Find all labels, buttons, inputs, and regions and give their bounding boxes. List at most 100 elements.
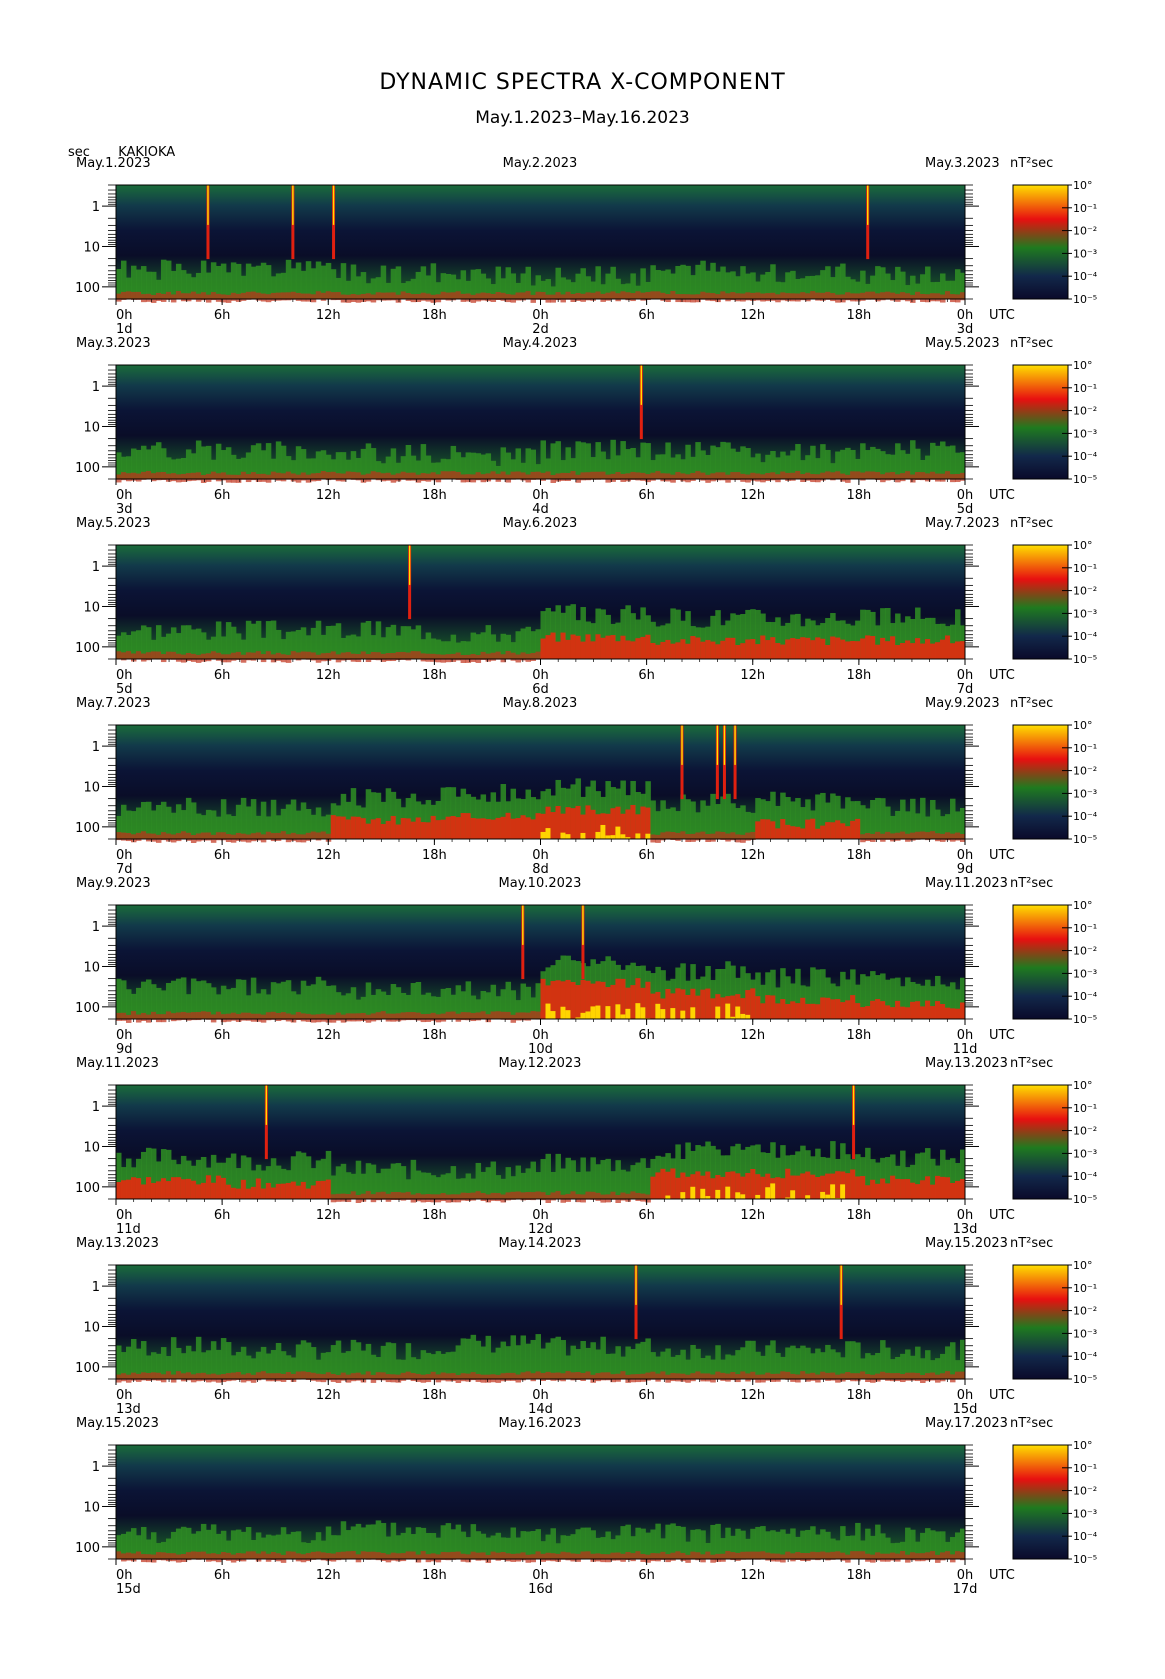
day-label: 17d (953, 1582, 978, 1595)
activity-low (815, 474, 821, 483)
activity-low (760, 293, 766, 302)
activity-peak (620, 834, 626, 839)
activity-low (450, 471, 457, 480)
utc-label: UTC (989, 848, 1015, 863)
activity-low (770, 1373, 776, 1382)
activity-low (530, 1373, 537, 1382)
activity-high (690, 636, 696, 659)
activity-high (850, 640, 856, 659)
activity-high (810, 1003, 816, 1019)
activity-column (170, 1337, 177, 1379)
colorbar-tick-label: 10⁻² (1073, 1125, 1097, 1138)
activity-peak (565, 1010, 571, 1019)
activity-peak (725, 1186, 731, 1199)
activity-high (330, 815, 337, 839)
colorbar-tick-label: 10° (1073, 1079, 1093, 1092)
activity-low (315, 291, 322, 300)
activity-low (820, 292, 826, 301)
activity-column (220, 1338, 227, 1379)
activity-low (510, 1372, 517, 1381)
impulse-core (840, 1265, 842, 1305)
activity-high (890, 636, 896, 659)
x-tick-label: 6h (638, 1028, 655, 1043)
activity-high (295, 1185, 302, 1199)
activity-high (830, 999, 836, 1019)
activity-high (705, 1171, 711, 1199)
activity-column (215, 1349, 222, 1379)
activity-low (420, 1014, 427, 1023)
activity-column (665, 1348, 671, 1379)
activity-low (745, 1373, 751, 1382)
activity-low (345, 1194, 352, 1203)
activity-column (180, 625, 187, 659)
activity-low (895, 832, 901, 841)
activity-high (755, 821, 761, 839)
activity-column (495, 1347, 502, 1379)
activity-low (595, 1553, 601, 1562)
impulse-core (408, 545, 411, 585)
activity-low (670, 1373, 676, 1382)
activity-low (715, 294, 721, 303)
activity-low (535, 1191, 541, 1200)
x-tick-label: 0h (957, 1028, 974, 1043)
activity-high (800, 828, 806, 839)
activity-column (635, 1343, 641, 1379)
activity-low (565, 1371, 571, 1380)
activity-high (800, 1173, 806, 1199)
activity-low (485, 293, 492, 302)
activity-low (420, 473, 427, 482)
activity-low (435, 1554, 442, 1563)
activity-high (185, 1178, 192, 1199)
activity-high (935, 642, 941, 659)
activity-low (245, 1012, 252, 1021)
y-tick-label: 1 (92, 1100, 100, 1115)
activity-column (545, 1153, 551, 1199)
x-tick-label: 0h (532, 848, 549, 863)
x-tick-label: 0h (116, 1388, 133, 1403)
activity-column (125, 1346, 132, 1379)
activity-high (700, 989, 706, 1019)
activity-column (315, 976, 322, 1019)
activity-low (930, 831, 936, 840)
activity-high (885, 641, 891, 659)
activity-low (790, 1553, 796, 1562)
activity-peak (565, 834, 571, 839)
activity-low (235, 293, 242, 302)
utc-label: UTC (989, 1388, 1015, 1403)
activity-low (705, 1551, 711, 1560)
x-tick-label: 0h (532, 668, 549, 683)
activity-high (280, 1183, 287, 1199)
activity-low (210, 1373, 217, 1382)
activity-low (445, 654, 452, 663)
activity-peak (585, 1011, 591, 1019)
activity-high (760, 1003, 766, 1019)
activity-high (600, 637, 606, 659)
activity-low (475, 1373, 482, 1382)
colorbar-tick-label: 10⁻² (1073, 585, 1097, 598)
activity-low (175, 474, 182, 483)
activity-low (820, 1371, 826, 1380)
activity-low (390, 1374, 397, 1383)
activity-column (465, 1338, 472, 1379)
activity-low (900, 1551, 906, 1560)
activity-low (675, 294, 681, 303)
activity-low (140, 294, 147, 303)
activity-low (245, 1551, 252, 1560)
activity-high (880, 1001, 886, 1019)
spectra-panel: May.13.2023 May.14.2023 May.15.2023 nT²sec 1… (0, 1235, 1165, 1415)
activity-low (785, 1551, 791, 1560)
activity-low (330, 1373, 337, 1382)
colorbar-tick-label: 10⁻¹ (1073, 742, 1097, 755)
x-tick-label: 6h (638, 848, 655, 863)
activity-high (510, 818, 517, 839)
activity-peak (735, 1006, 741, 1019)
activity-high (470, 818, 477, 839)
activity-low (155, 1372, 162, 1381)
spectrogram-svg: 1 10 100 0h 6h 12h 18h 0h 6h 12h 18h 0h UTC 3d 4d 5d 10°… (75, 359, 1098, 515)
activity-low (165, 1553, 172, 1562)
activity-high (630, 985, 636, 1019)
activity-high (830, 636, 836, 659)
activity-low (255, 651, 262, 660)
activity-low (720, 291, 726, 300)
activity-low (710, 293, 716, 302)
